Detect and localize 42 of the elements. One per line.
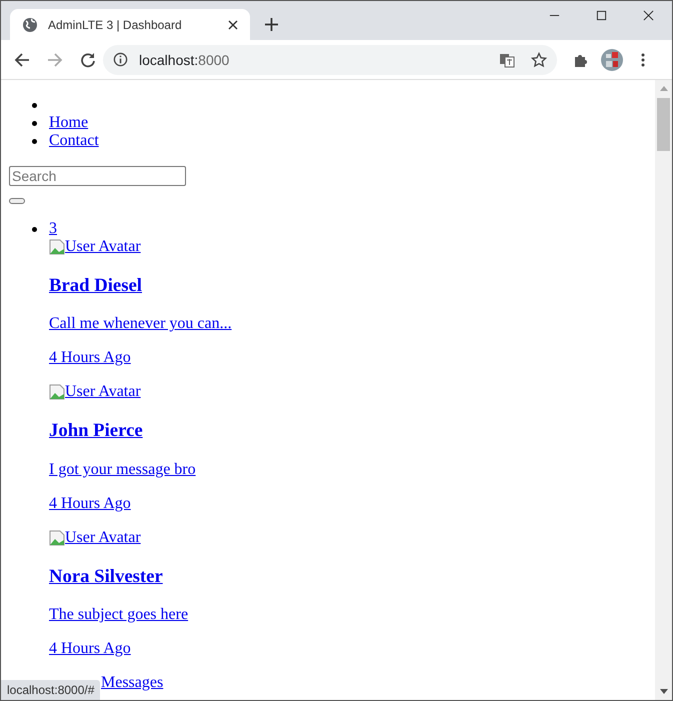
message-count-link[interactable]: 3 [49,220,57,237]
tab-title: AdminLTE 3 | Dashboard [48,18,183,32]
browser-tab[interactable]: AdminLTE 3 | Dashboard [10,9,250,40]
info-icon[interactable] [113,52,128,67]
menu-icon[interactable] [641,52,645,68]
url-text: localhost:8000 [139,52,230,68]
close-icon[interactable] [228,20,238,30]
translate-icon[interactable] [499,52,515,68]
message-link[interactable]: Call me whenever you can... [49,315,232,332]
address-bar[interactable]: localhost:8000 [103,44,557,74]
see-all-link[interactable]: Messages [101,674,164,692]
bullet-dot [32,103,37,108]
scrollbar[interactable] [655,80,672,700]
time-link[interactable]: 4 Hours Ago [49,640,131,658]
time-link[interactable]: 4 Hours Ago [49,494,131,512]
time-link[interactable]: 4 Hours Ago [49,349,131,366]
bullet-dot [32,139,37,144]
scroll-thumb[interactable] [657,98,670,151]
avatar-alt-link[interactable]: User Avatar [65,528,141,547]
message-link[interactable]: The subject goes here [49,606,188,624]
sender-name-link[interactable]: Brad Diesel [49,274,142,296]
broken-image-icon [49,239,65,255]
avatar-alt-link[interactable]: User Avatar [65,383,141,402]
sender-name-link[interactable]: John Pierce [49,420,143,442]
avatar-alt-link[interactable]: User Avatar [65,238,141,256]
broken-image-icon [49,530,65,546]
broken-image-icon [49,384,65,400]
globe-icon [22,16,38,32]
scroll-down-icon[interactable] [660,689,668,694]
back-icon[interactable] [14,52,30,68]
bullet-dot [32,227,37,232]
nav-link[interactable]: Contact [49,132,99,149]
status-bar: localhost:8000/# [1,680,100,700]
new-tab-icon[interactable] [265,18,278,31]
search-field[interactable]: Search [9,166,186,186]
message-link[interactable]: I got your message bro [49,460,196,478]
star-icon[interactable] [531,52,547,68]
nav-link[interactable]: Home [49,114,88,131]
sender-name-link[interactable]: Nora Silvester [49,566,163,587]
search-button[interactable] [9,198,25,204]
bullet-dot [32,121,37,126]
reload-icon[interactable] [80,52,96,68]
